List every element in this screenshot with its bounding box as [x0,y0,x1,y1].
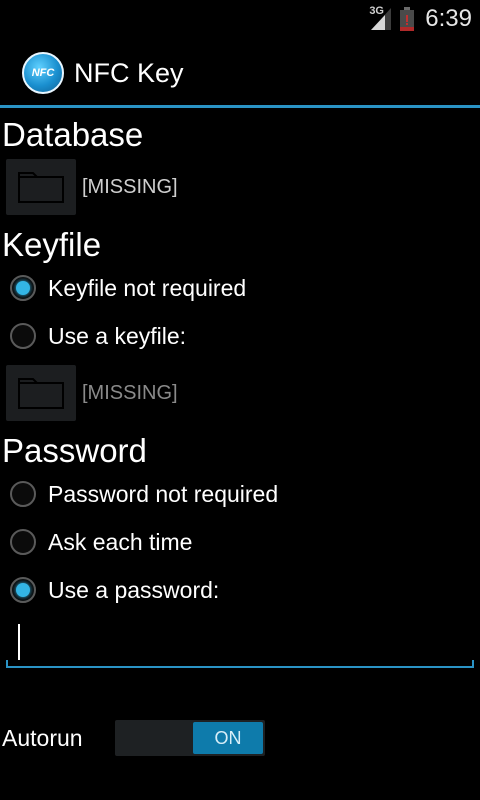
radio-button[interactable] [10,323,36,349]
database-folder-button[interactable] [6,159,76,215]
radio-button-checked[interactable] [10,577,36,603]
clock: 6:39 [425,5,472,32]
radio-label: Keyfile not required [48,274,247,301]
radio-label: Password not required [48,480,279,507]
database-path: [MISSING] [82,176,178,198]
status-icons: 6:39 [369,0,472,38]
input-underline-right-tick [472,660,474,668]
radio-ask-each-time[interactable]: Ask each time [10,522,192,562]
keyfile-folder-button[interactable] [6,365,76,421]
folder-icon [18,167,64,208]
radio-use-password[interactable]: Use a password: [10,570,219,610]
radio-use-keyfile[interactable]: Use a keyfile: [10,316,186,356]
app-logo-icon[interactable]: NFC [22,52,64,94]
signal-icon [369,6,393,32]
radio-label: Ask each time [48,528,193,555]
folder-icon [18,373,64,414]
radio-label: Use a password: [48,576,220,603]
action-bar: NFC NFC Key [0,38,480,108]
status-bar: 3G 6:39 [0,0,480,38]
keyfile-path: [MISSING] [82,382,178,404]
app-logo-text: NFC [31,67,55,79]
radio-label: Use a keyfile: [48,322,187,349]
screen: 3G 6:39 NFC NFC Key Database [MISSING] K… [0,0,480,800]
database-section-title: Database [2,116,144,153]
radio-password-not-required[interactable]: Password not required [10,474,278,514]
text-cursor [18,624,20,660]
toggle-state-label: ON [214,727,242,748]
app-title: NFC Key [74,58,184,88]
keyfile-section-title: Keyfile [2,226,102,263]
password-input[interactable] [6,612,474,668]
radio-button[interactable] [10,529,36,555]
radio-keyfile-not-required[interactable]: Keyfile not required [10,268,246,308]
autorun-label: Autorun [2,725,83,751]
toggle-thumb[interactable]: ON [193,722,263,754]
input-underline [6,666,474,668]
autorun-toggle[interactable]: ON [115,720,265,756]
radio-button[interactable] [10,481,36,507]
battery-icon [399,6,415,32]
password-section-title: Password [2,432,147,469]
radio-button-checked[interactable] [10,275,36,301]
input-underline-left-tick [6,660,8,668]
